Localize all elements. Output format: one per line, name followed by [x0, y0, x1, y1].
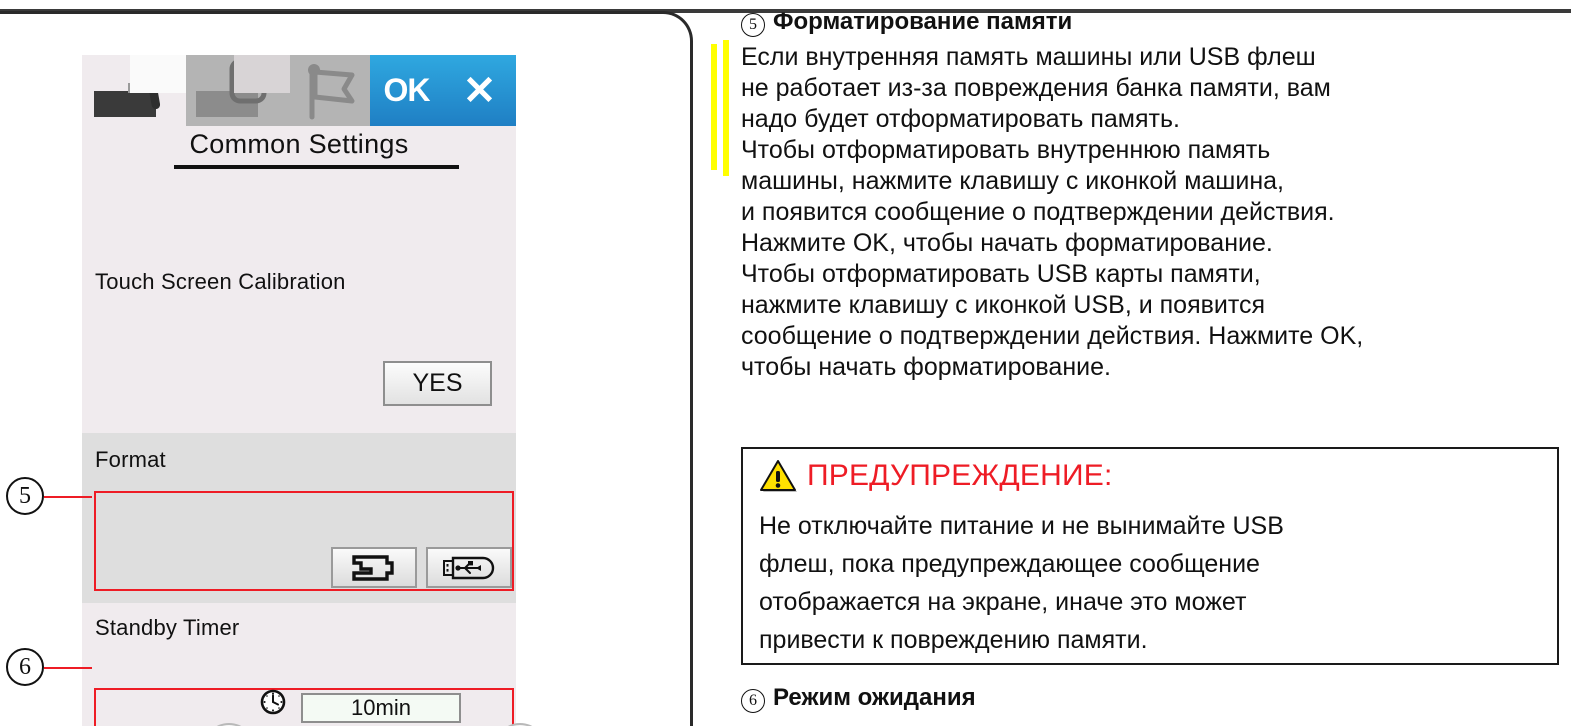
screenshot-root: OK ✕ Common Settings Touch Screen Calibr…	[0, 0, 1571, 726]
section-5-heading: 5 Форматирование памяти	[741, 8, 1072, 37]
calibration-yes-button[interactable]: YES	[383, 361, 492, 406]
text-line: флеш, пока предупреждающее сообщение	[759, 550, 1260, 578]
text-line: отображается на экране, иначе это может	[759, 588, 1247, 616]
section-5-body: Если внутренняя память машины или USB фл…	[741, 42, 1363, 383]
close-icon: ✕	[462, 68, 497, 113]
standby-timer-label: Standby Timer	[95, 615, 240, 640]
callout-marker-5: 5	[6, 477, 44, 515]
text-line: Если внутренняя память машины или USB фл…	[741, 43, 1316, 71]
callout-leader-line-6	[44, 667, 92, 669]
text-line: Чтобы отформатировать USB карты памяти,	[741, 260, 1261, 288]
close-button[interactable]: ✕	[443, 55, 516, 126]
format-machine-memory-button[interactable]	[331, 547, 417, 588]
callout-leader-line-5	[44, 496, 92, 498]
ok-button[interactable]: OK	[370, 55, 443, 126]
section-6-heading: 6 Режим ожидания	[741, 684, 976, 713]
text-line: чтобы начать форматирование.	[741, 353, 1111, 381]
calibration-label: Touch Screen Calibration	[95, 269, 346, 294]
section-6-title: Режим ожидания	[773, 684, 976, 711]
warning-triangle-icon	[760, 460, 797, 492]
lcd-page-title: Common Settings	[189, 129, 409, 159]
text-line: нажмите клавишу с иконкой USB, и появитс…	[741, 291, 1266, 319]
yellow-highlight-mark-1	[711, 44, 717, 170]
section-5-number: 5	[741, 13, 765, 37]
flag-icon	[308, 64, 355, 120]
text-line: и появится сообщение о подтверждении дей…	[741, 198, 1335, 226]
text-line: Чтобы отформатировать внутреннюю память	[741, 136, 1271, 164]
clock-icon	[260, 689, 286, 715]
text-line: Не отключайте питание и не вынимайте USB	[759, 512, 1284, 540]
yellow-highlight-mark-2	[723, 40, 729, 176]
callout-marker-6: 6	[6, 648, 44, 686]
text-line: надо будет отформатировать память.	[741, 105, 1180, 133]
format-usb-memory-button[interactable]	[426, 547, 512, 588]
text-line: Нажмите OK, чтобы начать форматирование.	[741, 229, 1273, 257]
text-line: привести к повреждению памяти.	[759, 626, 1148, 654]
standby-timer-value[interactable]: 10min	[301, 693, 461, 723]
text-line: не работает из-за повреждения банка памя…	[741, 74, 1331, 102]
text-line: машины, нажмите клавишу с иконкой машина…	[741, 167, 1284, 195]
warning-body: Не отключайте питание и не вынимайте USB…	[759, 507, 1284, 659]
lcd-screen-panel: OK ✕ Common Settings Touch Screen Calibr…	[82, 55, 546, 726]
sewing-machine-icon	[352, 554, 394, 581]
format-label: Format	[95, 447, 166, 472]
tab-embroidery-settings[interactable]	[186, 55, 290, 126]
section-5-title: Форматирование памяти	[773, 8, 1073, 35]
usb-flash-drive-icon	[443, 556, 495, 579]
text-line: сообщение о подтверждении действия. Нажм…	[741, 322, 1364, 350]
ok-label: OK	[383, 72, 431, 108]
warning-title: ПРЕДУПРЕЖДЕНИЕ:	[807, 459, 1113, 492]
machine-settings-tab-highlight	[130, 55, 186, 93]
tab-machine-settings[interactable]	[82, 55, 186, 126]
warning-box: ПРЕДУПРЕЖДЕНИЕ: Не отключайте питание и …	[741, 447, 1559, 665]
lcd-title-underline	[174, 165, 459, 169]
lcd-toolbar: OK ✕	[82, 55, 516, 126]
manual-text-column: 5 Форматирование памяти Если внутренняя …	[733, 0, 1571, 726]
embroidery-tab-highlight	[234, 55, 290, 93]
warning-heading: ПРЕДУПРЕЖДЕНИЕ:	[759, 459, 1112, 493]
touch-screen-calibration-section: Touch Screen Calibration YES	[82, 193, 516, 413]
tab-language[interactable]	[290, 55, 370, 126]
section-6-number: 6	[741, 689, 765, 713]
